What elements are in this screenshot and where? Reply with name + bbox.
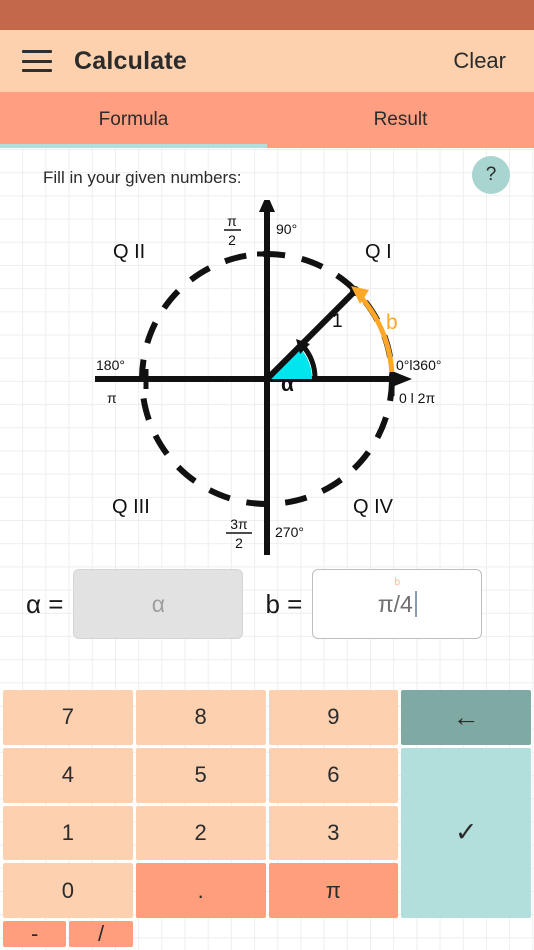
status-bar (0, 0, 534, 30)
key-7[interactable]: 7 (3, 690, 133, 745)
hamburger-menu-icon[interactable] (22, 50, 52, 72)
alpha-field-group: α = α (26, 569, 244, 639)
key-6[interactable]: 6 (268, 747, 399, 803)
clear-button[interactable]: Clear (447, 44, 512, 78)
help-button[interactable]: ? (472, 156, 510, 194)
menu-bar-1 (22, 50, 52, 53)
key-2[interactable]: 2 (135, 805, 266, 861)
alpha-label-text: α = (26, 588, 64, 619)
label-3pi-over-2-numerator: 3π (230, 516, 248, 532)
y-axis-arrowhead (259, 200, 275, 212)
content-area: Fill in your given numbers: ? 1 α b Q I … (0, 148, 534, 950)
menu-bar-3 (22, 69, 52, 72)
text-caret (414, 591, 417, 617)
tab-result[interactable]: Result (267, 92, 534, 148)
page-title: Calculate (74, 46, 187, 75)
label-pi: π (107, 390, 117, 406)
radius-label: 1 (332, 311, 343, 332)
minus-divide-group: - / (3, 921, 133, 947)
app-bar: Calculate Clear (0, 30, 534, 92)
key-1[interactable]: 1 (3, 805, 133, 861)
key-confirm[interactable]: ✓ (401, 747, 531, 918)
b-label: b (386, 311, 398, 334)
label-pi-over-2-denominator: 2 (228, 232, 236, 248)
label-270-deg: 270° (275, 524, 304, 540)
quadrant-1-label: Q I (365, 241, 392, 263)
key-pi[interactable]: π (268, 863, 399, 918)
label-180-deg: 180° (96, 357, 125, 373)
input-row: α = α b = b π/4 (0, 560, 534, 648)
quadrant-4-label: Q IV (353, 496, 394, 518)
alpha-input[interactable]: α (73, 569, 244, 639)
b-field-group: b = b π/4 (265, 569, 483, 639)
unit-circle-diagram: 1 α b Q I Q II Q III Q IV 90° π 2 180° π… (95, 200, 441, 555)
quadrant-3-label: Q III (112, 496, 150, 518)
key-divide[interactable]: / (69, 921, 133, 947)
b-label-text: b = (265, 588, 303, 619)
label-0-2pi-rad: 0 l 2π (399, 390, 435, 406)
alpha-label: α (281, 373, 294, 396)
b-input-value: π/4 (378, 591, 417, 618)
app-root: Calculate Clear Formula Result Fill in y… (0, 0, 534, 950)
b-float-label: b (394, 577, 401, 588)
tab-bar: Formula Result (0, 92, 534, 148)
label-3pi-over-2-denominator: 2 (235, 535, 243, 551)
quadrant-2-label: Q II (113, 241, 145, 263)
b-value-text: π/4 (377, 590, 413, 617)
key-0[interactable]: 0 (3, 863, 133, 918)
key-backspace[interactable]: ← (401, 690, 531, 745)
b-input[interactable]: b π/4 (312, 569, 483, 639)
label-0-360-deg: 0°l360° (396, 357, 441, 373)
menu-bar-2 (22, 59, 52, 63)
key-9[interactable]: 9 (268, 690, 399, 745)
key-minus[interactable]: - (3, 921, 67, 947)
x-axis-arrowhead (392, 371, 412, 387)
instruction-label: Fill in your given numbers: (43, 168, 242, 187)
key-8[interactable]: 8 (135, 690, 266, 745)
label-90-deg: 90° (276, 221, 297, 237)
b-arc (357, 293, 395, 382)
tab-formula[interactable]: Formula (0, 92, 267, 148)
key-3[interactable]: 3 (268, 805, 399, 861)
key-decimal[interactable]: . (135, 863, 266, 918)
radius-line (264, 288, 358, 382)
numeric-keypad: 7 8 9 ← 4 5 6 ✓ 1 2 3 0 . π - / (0, 688, 534, 950)
key-4[interactable]: 4 (3, 747, 133, 803)
label-pi-over-2-numerator: π (227, 213, 237, 229)
alpha-placeholder: α (151, 590, 166, 617)
key-5[interactable]: 5 (135, 747, 266, 803)
